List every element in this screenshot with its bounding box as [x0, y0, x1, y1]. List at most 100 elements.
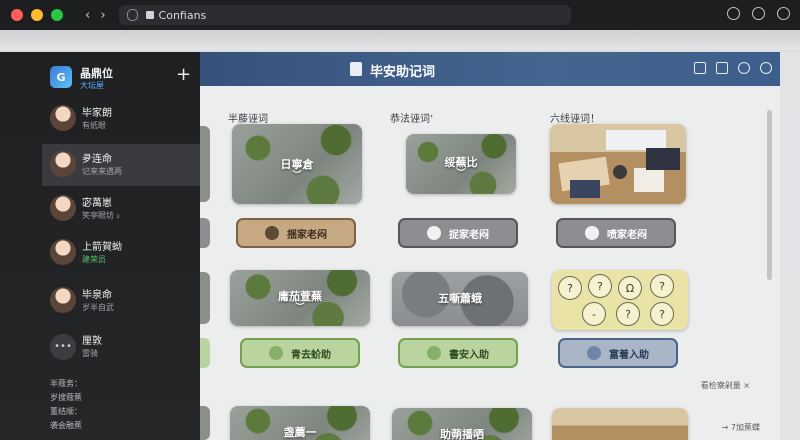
contact-item[interactable]: 夛连命 记来来遇两	[42, 144, 200, 186]
app-logo-icon: G	[50, 66, 72, 88]
phrase-card[interactable]: 五噺蕭蛾	[392, 272, 528, 326]
phrase-card[interactable]: 庸茄萱蕪 ︶	[230, 270, 370, 326]
share-icon[interactable]	[738, 62, 750, 74]
contact-subtitle: 笑亭眼坊 ₂	[82, 211, 120, 220]
contact-subtitle: 有纸眼	[82, 121, 106, 130]
partial-card	[200, 406, 210, 440]
main-content: 毕安助记词 半藤诬词 恭法诬词’ 六线诬词！ 日寧倉 ︶ 绥蕪比 ︶ 揺家老闷 …	[200, 52, 780, 440]
address-text: Confians	[158, 8, 207, 22]
background-blur	[0, 30, 800, 50]
wave-icon: ︶	[292, 171, 302, 181]
desk-scene-icon	[558, 130, 680, 198]
minimize-window-button[interactable]	[31, 9, 43, 21]
speak-button[interactable]: 揺家老闷	[236, 218, 356, 248]
section-label: 半藤诬词	[228, 114, 268, 125]
face-icon: -	[582, 302, 606, 326]
sidebar-footer-label: 董结顺：	[50, 407, 82, 416]
contact-subtitle: 雷骑	[82, 349, 98, 358]
contact-name: 宓萬崽	[82, 198, 112, 209]
card-label: 五噺蕭蛾	[438, 292, 482, 305]
enter-button[interactable]: 書安入助	[398, 338, 518, 368]
contact-name: 上箭賀蚴	[82, 242, 122, 253]
wave-icon: ︶	[456, 169, 466, 179]
card-label: 助蒴播哂	[440, 428, 484, 440]
photo-card[interactable]	[552, 408, 688, 440]
address-bar[interactable]: Confians	[118, 5, 571, 25]
section-label: 恭法诬词’	[390, 114, 434, 125]
nav-arrows-icon[interactable]: ‹ ›	[85, 8, 109, 23]
phrase-card[interactable]: 日寧倉 ︶	[232, 124, 362, 204]
avatar	[50, 239, 76, 265]
face-icon: ?	[650, 302, 674, 326]
enter-button[interactable]: 青去蚧助	[240, 338, 360, 368]
wave-icon: ︶	[295, 303, 305, 313]
share-icon[interactable]	[777, 7, 790, 20]
contact-subtitle: 岁半自武	[82, 303, 114, 312]
window-titlebar: ‹ › Confians	[0, 0, 800, 30]
contact-item[interactable]: 毕家朗 有纸眼	[42, 98, 200, 140]
shield-icon	[126, 9, 138, 21]
window-gutter	[780, 52, 800, 440]
contact-item[interactable]: 上箭賀蚴 建荣员	[42, 232, 200, 274]
face-icon: ?	[650, 274, 674, 298]
card-label: 庸茄萱蕪 ︶	[230, 288, 370, 313]
leaf-icon	[427, 346, 441, 360]
face-icon: ?	[588, 274, 612, 298]
avatar	[50, 151, 76, 177]
share-alt-icon[interactable]	[760, 62, 772, 74]
contact-subtitle: 记来来遇两	[82, 167, 122, 176]
avatar	[50, 195, 76, 221]
add-button[interactable]: +	[176, 66, 191, 84]
phrase-card[interactable]: 盏薦一	[230, 406, 370, 440]
card-label: 盏薦一	[283, 426, 317, 439]
phrase-card[interactable]: 助蒴播哂	[392, 408, 532, 440]
contact-name: 厘敦	[82, 336, 102, 347]
contact-name: 毕家朗	[82, 108, 112, 119]
face-icon: ?	[558, 276, 582, 300]
page-title: 毕安助记词	[370, 65, 436, 80]
sidebar-footer-value[interactable]: 袭会融蕉	[50, 420, 82, 431]
plug-icon	[585, 226, 599, 240]
plug-icon	[427, 226, 441, 240]
sidebar: G 晶鼎位 大坛屋 + 毕家朗 有纸眼 夛连命 记来来遇两 宓萬崽 笑亭眼坊 ₂…	[0, 52, 200, 440]
speak-button[interactable]: 捉家老闷	[398, 218, 518, 248]
partial-button	[200, 338, 210, 368]
lock-icon	[145, 11, 154, 19]
sidebar-footer-value[interactable]: 岁搜蔻蕉	[50, 392, 82, 403]
forward-icon[interactable]	[694, 62, 706, 74]
contact-item[interactable]: 毕泉命 岁半自武	[42, 280, 200, 322]
scrollbar[interactable]	[767, 110, 772, 280]
phrase-card[interactable]: 绥蕪比 ︶	[406, 134, 516, 194]
section-label: 六线诬词！	[550, 114, 600, 125]
close-window-button[interactable]	[11, 9, 23, 21]
header-tools	[694, 62, 772, 74]
avatar	[50, 105, 76, 131]
main-header: 毕安助记词	[200, 52, 780, 86]
more-link[interactable]: 看检察剁量 ×	[701, 380, 750, 391]
partial-card	[200, 272, 210, 324]
extension-icon[interactable]	[727, 7, 740, 20]
speak-button[interactable]: 喷家老闷	[556, 218, 676, 248]
card-label: 日寧倉 ︶	[232, 156, 362, 181]
leaf-icon	[587, 346, 601, 360]
partial-card	[200, 126, 210, 202]
leaf-icon	[269, 346, 283, 360]
photo-card[interactable]	[550, 124, 686, 204]
refresh-icon[interactable]	[752, 7, 765, 20]
photo-card[interactable]: ? ? Ω ? - ? ?	[552, 270, 688, 330]
next-link[interactable]: → 7加蕉蝶	[722, 422, 760, 433]
account-header[interactable]: G 晶鼎位 大坛屋 +	[0, 52, 200, 104]
contact-name: 毕泉命	[82, 290, 112, 301]
avatar	[50, 287, 76, 313]
card-label: 绥蕪比 ︶	[406, 154, 516, 179]
enter-button[interactable]: 富着入助	[558, 338, 678, 368]
account-subtitle: 大坛屋	[80, 81, 104, 90]
contact-item[interactable]: 宓萬崽 笑亭眼坊 ₂	[42, 188, 200, 230]
contact-name: 夛连命	[82, 154, 112, 165]
maximize-window-button[interactable]	[51, 9, 63, 21]
face-icon: ?	[616, 302, 640, 326]
more-contacts-item[interactable]: ••• 厘敦 雷骑	[42, 326, 200, 368]
partial-button	[200, 218, 210, 248]
document-icon	[350, 62, 362, 76]
layout-icon[interactable]	[716, 62, 728, 74]
